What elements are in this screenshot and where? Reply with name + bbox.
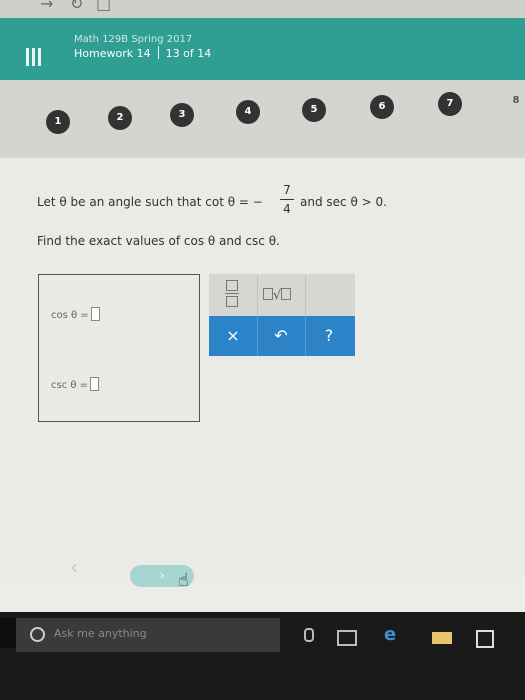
hand-cursor-icon: ☝: [178, 570, 189, 591]
question-1-button[interactable]: 1: [46, 110, 70, 134]
assignment-progress: Homework 14 13 of 14: [74, 46, 211, 60]
window-icon[interactable]: □: [96, 0, 111, 13]
fraction-template-button[interactable]: [209, 274, 258, 316]
question-7-button[interactable]: 7: [438, 92, 462, 116]
problem-instruction: Find the exact values of cos θ and csc θ…: [37, 234, 280, 248]
problem-condition: and sec θ > 0.: [300, 195, 387, 209]
file-explorer-icon[interactable]: [432, 632, 452, 644]
search-box[interactable]: Ask me anything: [16, 618, 280, 652]
question-5-button[interactable]: 5: [302, 98, 326, 122]
csc-answer-input[interactable]: [90, 377, 100, 391]
refresh-icon[interactable]: ↻: [70, 0, 83, 13]
help-button[interactable]: ?: [305, 316, 353, 356]
cot-fraction: 7 4: [280, 183, 294, 216]
previous-question-button[interactable]: ‹: [70, 555, 78, 579]
square-root-icon: √: [263, 288, 292, 303]
cos-answer-input[interactable]: [90, 307, 100, 321]
hamburger-icon[interactable]: [26, 48, 44, 66]
palette-empty-cell: [305, 274, 353, 316]
cos-label: cos θ =: [51, 310, 89, 321]
assignment-header: Math 129B Spring 2017 Homework 14 13 of 1…: [0, 18, 525, 80]
sqrt-glyph: √: [273, 288, 282, 303]
question-navigation: 1 2 3 4 5 6 7 8: [0, 80, 525, 158]
cortana-icon: [30, 627, 45, 642]
fraction-denominator: 4: [283, 202, 291, 216]
answer-box: cos θ = csc θ =: [38, 274, 200, 422]
question-8-button[interactable]: 8: [504, 89, 525, 113]
problem-statement: Let θ be an angle such that cot θ = −: [37, 195, 263, 209]
question-4-button[interactable]: 4: [236, 100, 260, 124]
edge-browser-icon[interactable]: e: [384, 626, 404, 644]
question-progress: 13 of 14: [165, 47, 212, 60]
clear-button[interactable]: ×: [209, 316, 258, 356]
assignment-name: Homework 14: [74, 47, 151, 60]
fraction-numerator: 7: [283, 183, 291, 197]
question-6-button[interactable]: 6: [370, 95, 394, 119]
start-button[interactable]: [0, 618, 16, 648]
course-title: Math 129B Spring 2017: [74, 34, 193, 45]
palette-actions: × ↶ ?: [209, 316, 355, 356]
search-placeholder: Ask me anything: [54, 627, 147, 640]
divider: [157, 46, 159, 59]
microphone-icon[interactable]: [298, 628, 318, 646]
undo-button[interactable]: ↶: [257, 316, 306, 356]
store-icon[interactable]: [476, 630, 494, 648]
csc-answer-row: csc θ =: [51, 377, 100, 391]
windows-taskbar: Ask me anything e: [0, 612, 525, 700]
math-palette: √: [209, 274, 355, 316]
square-root-button[interactable]: √: [257, 274, 306, 316]
browser-toolbar: → ↻ □: [0, 0, 525, 18]
forward-icon[interactable]: →: [40, 0, 53, 13]
fraction-bar: [280, 199, 294, 200]
browser-viewport: → ↻ □ Math 129B Spring 2017 Homework 14 1…: [0, 0, 525, 612]
csc-label: csc θ =: [51, 380, 89, 391]
fraction-template-icon: [225, 280, 239, 307]
task-view-icon[interactable]: [337, 630, 357, 646]
question-2-button[interactable]: 2: [108, 106, 132, 130]
cos-answer-row: cos θ =: [51, 307, 100, 321]
question-3-button[interactable]: 3: [170, 103, 194, 127]
